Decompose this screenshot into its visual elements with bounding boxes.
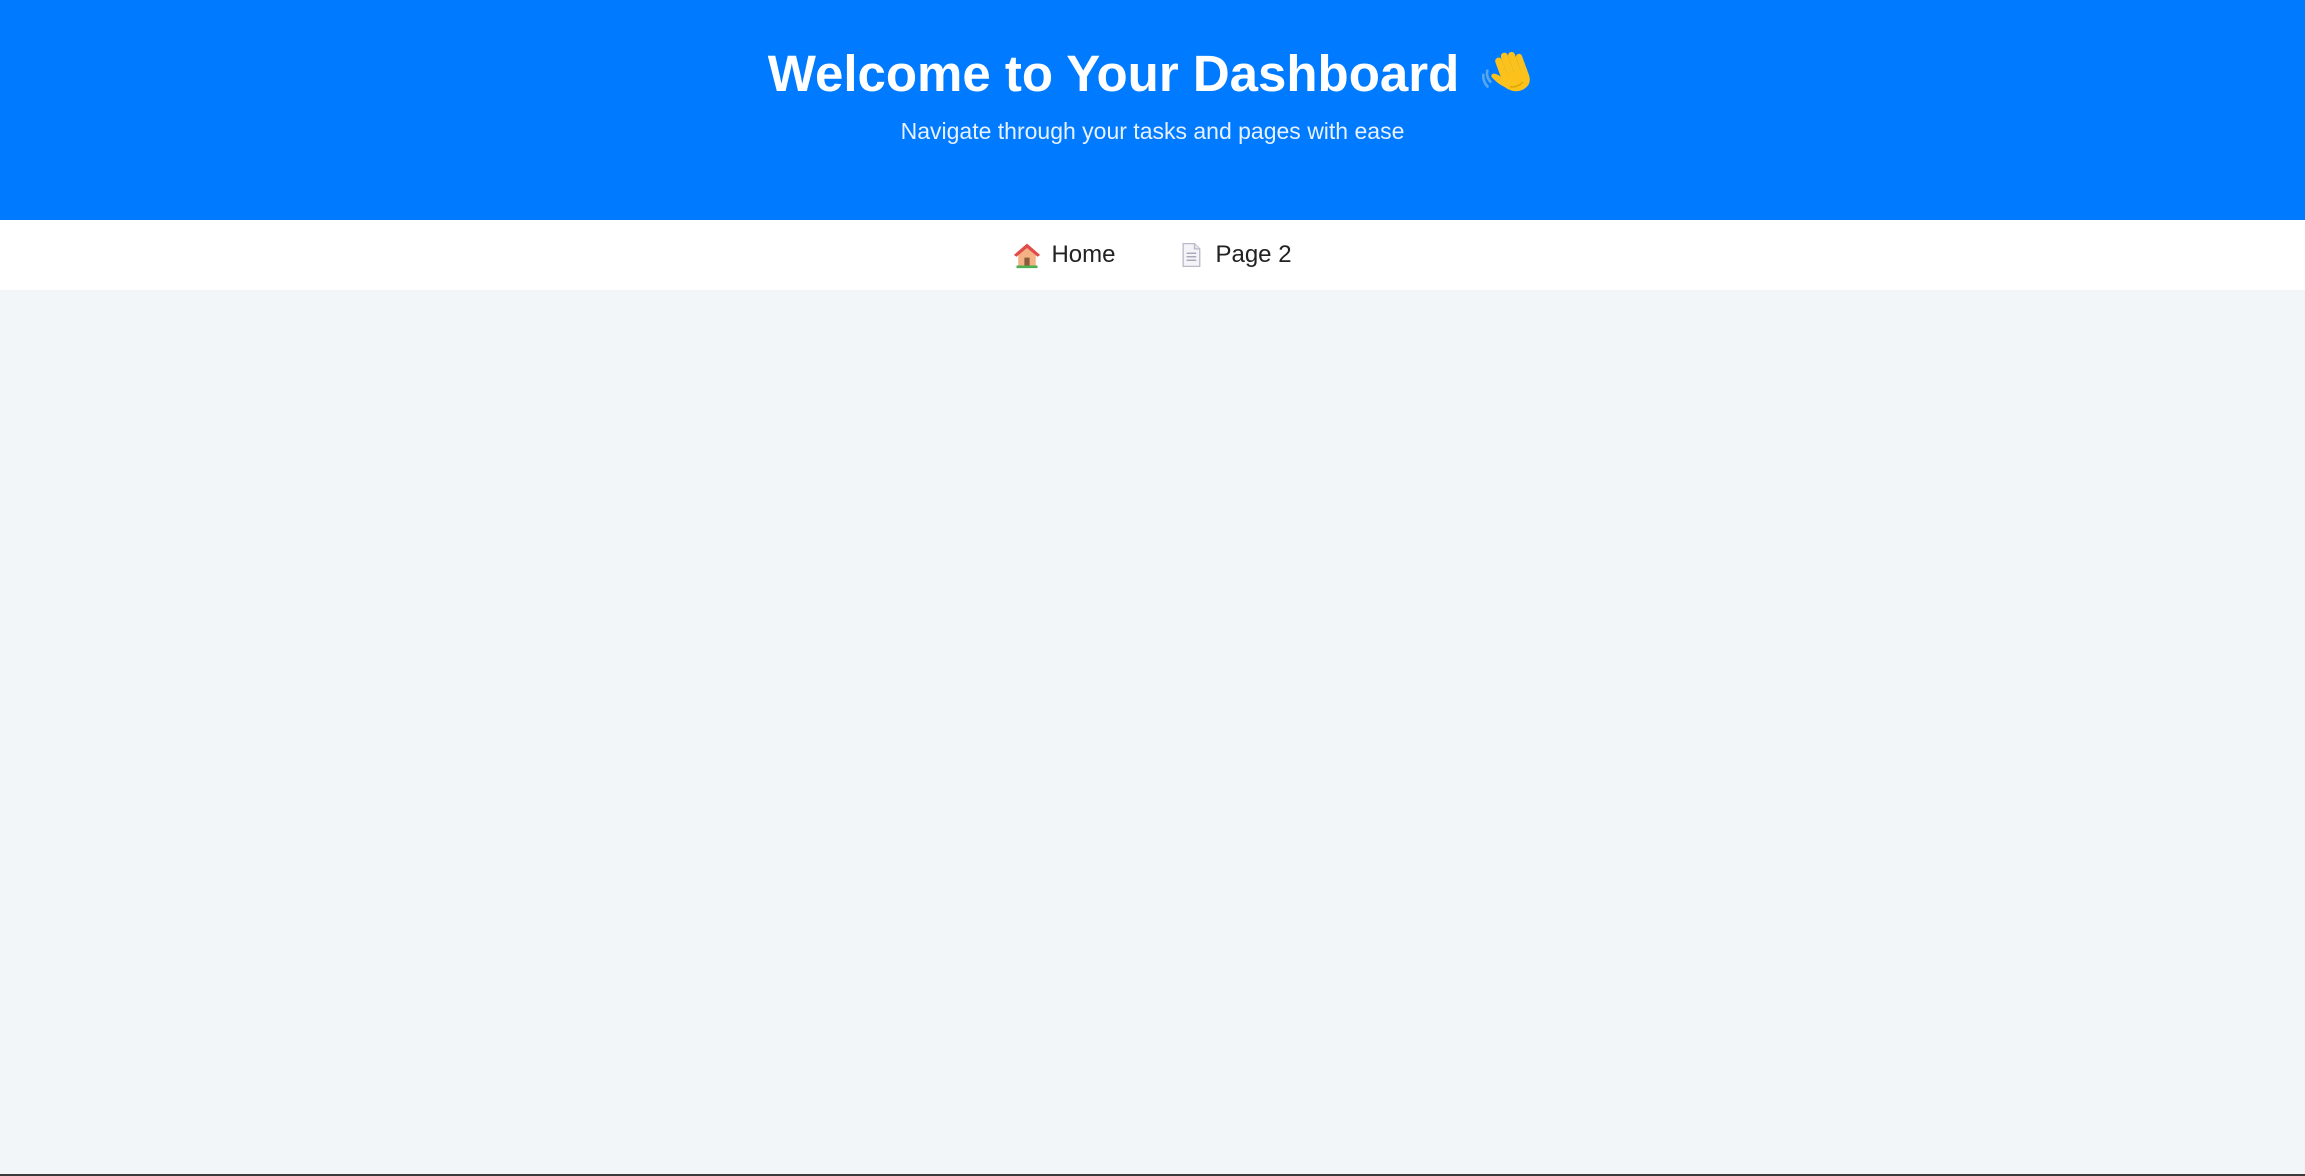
page-subtitle: Navigate through your tasks and pages wi… xyxy=(900,118,1405,144)
house-icon xyxy=(1014,243,1041,269)
document-icon xyxy=(1182,242,1201,268)
nav-item-page-2[interactable]: Page 2 xyxy=(1177,241,1292,269)
nav-item-label: Home xyxy=(1051,241,1116,268)
page-title-row: Welcome to Your Dashboard xyxy=(768,44,1537,104)
main-content-area xyxy=(0,290,2305,1174)
top-nav: Home Page 2 xyxy=(0,220,2305,290)
header-banner: Welcome to Your Dashboard Navigate throu… xyxy=(0,0,2305,220)
waving-hand-icon xyxy=(1482,51,1531,92)
nav-item-home[interactable]: Home xyxy=(1013,241,1115,269)
page-title: Welcome to Your Dashboard xyxy=(767,45,1460,102)
dashboard-page: Welcome to Your Dashboard Navigate throu… xyxy=(0,0,2305,1176)
nav-item-label: Page 2 xyxy=(1215,241,1292,268)
